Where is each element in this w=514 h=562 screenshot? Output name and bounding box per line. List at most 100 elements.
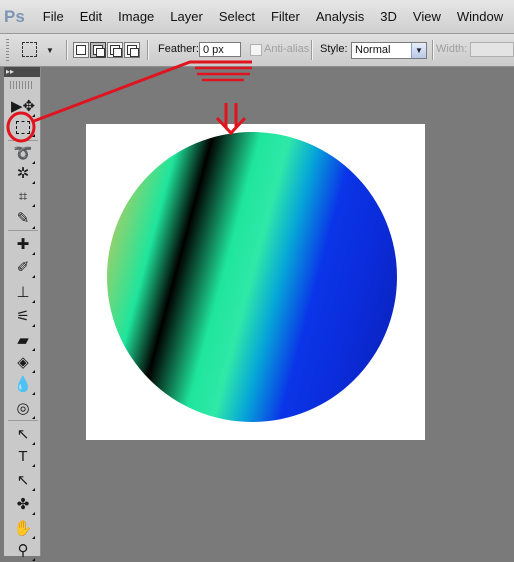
tool-flyout-indicator [32,226,35,229]
style-select-value: Normal [355,44,391,56]
tool-flyout-indicator [32,275,35,278]
menu-select[interactable]: Select [211,0,263,33]
blur-tool[interactable]: 💧 [10,374,36,396]
move-tool[interactable]: ▶✥ [10,96,36,118]
anti-alias-checkbox[interactable] [250,44,262,56]
spot-healing-tool[interactable]: ✚ [10,234,36,256]
toolbox-divider [8,230,38,231]
add-to-selection-button[interactable] [90,42,106,58]
tool-flyout-indicator [32,392,35,395]
tool-flyout-indicator [32,442,35,445]
type-tool[interactable]: T [10,446,36,468]
history-brush-tool[interactable]: ⚟ [10,306,36,328]
divider [311,40,313,60]
blur-icon: 💧 [13,376,33,393]
chevron-down-icon: ▼ [411,43,426,58]
gradient-circle [107,132,397,422]
menu-bar: Ps File Edit Image Layer Select Filter A… [0,0,514,34]
tool-flyout-indicator [32,512,35,515]
eraser-icon: ▰ [17,332,29,349]
subtract-selection-icon-overlap [113,48,122,57]
marquee-icon [22,42,37,57]
toolbox-divider [8,420,38,421]
menu-analysis[interactable]: Analysis [308,0,372,33]
crop-tool[interactable]: ⌗ [10,186,36,208]
direct-selection-icon: ↖ [16,472,30,489]
add-selection-icon-overlap [96,48,105,57]
tool-flyout-indicator [32,324,35,327]
spot-healing-icon: ✚ [16,236,30,253]
style-label: Style: [320,43,348,55]
custom-shape-icon: ✤ [16,496,30,513]
tool-flyout-indicator [32,488,35,491]
dodge-icon: ◎ [16,400,30,417]
tool-flyout-indicator [32,536,35,539]
paint-bucket-icon: ◈ [17,354,29,371]
eyedropper-tool[interactable]: ✎ [10,208,36,230]
crop-icon: ⌗ [18,188,28,205]
marquee-icon [16,121,30,134]
subtract-from-selection-button[interactable] [107,42,123,58]
divider [66,40,68,60]
custom-shape-tool[interactable]: ✤ [10,494,36,516]
eyedropper-icon: ✎ [16,210,30,227]
tool-flyout-indicator [32,134,35,137]
clone-stamp-icon: ⊥ [16,284,30,301]
menu-window[interactable]: Window [449,0,511,33]
document-canvas[interactable] [86,124,425,440]
style-select[interactable]: Normal ▼ [351,42,427,59]
menu-3d[interactable]: 3D [372,0,405,33]
menu-edit[interactable]: Edit [72,0,110,33]
tool-flyout-indicator [32,204,35,207]
paint-bucket-tool[interactable]: ◈ [10,352,36,374]
brush-tool[interactable]: ✐ [10,257,36,279]
tool-flyout-indicator [32,416,35,419]
tool-flyout-indicator [32,558,35,561]
tool-flyout-indicator [32,464,35,467]
zoom-tool[interactable]: ⚲ [10,540,36,562]
tool-flyout-indicator [32,348,35,351]
new-selection-button[interactable] [73,42,89,58]
tool-preset-picker[interactable]: ▼ [18,40,58,60]
pointer-line [33,60,252,123]
lasso-tool[interactable]: ➰ [10,143,36,165]
brush-icon: ✐ [16,259,30,276]
chevron-down-icon: ▼ [46,46,54,55]
width-label: Width: [436,43,468,55]
menu-file[interactable]: File [35,0,72,33]
tool-flyout-indicator [32,370,35,373]
options-grip[interactable] [6,39,9,61]
divider [432,40,434,60]
feather-input[interactable]: 0 px [199,42,241,57]
options-bar: ▼ Feather: 0 px Anti-alias Style: Normal… [0,34,514,67]
toolbox-collapse-button[interactable]: ▸▸ [4,67,40,77]
hand-icon: ✋ [13,520,33,537]
new-selection-icon [76,45,86,55]
direct-selection-tool[interactable]: ↖ [10,470,36,492]
dodge-tool[interactable]: ◎ [10,398,36,420]
rectangular-marquee-tool[interactable] [10,116,36,138]
path-selection-tool[interactable]: ↖ [10,424,36,446]
path-selection-icon: ↖ [16,426,30,443]
quick-selection-tool[interactable]: ✲ [10,163,36,185]
clone-stamp-tool[interactable]: ⊥ [10,282,36,304]
divider [147,40,149,60]
eraser-tool[interactable]: ▰ [10,330,36,352]
zoom-icon: ⚲ [17,542,29,559]
menu-layer[interactable]: Layer [162,0,211,33]
intersect-selection-button[interactable] [124,42,140,58]
photoshop-logo: Ps [4,6,25,26]
feather-label: Feather: [158,43,199,55]
menu-view[interactable]: View [405,0,449,33]
toolbox-grip[interactable] [10,81,34,89]
intersect-selection-icon-overlap [130,48,139,57]
tool-flyout-indicator [32,181,35,184]
menu-image[interactable]: Image [110,0,162,33]
hand-tool[interactable]: ✋ [10,518,36,540]
quick-selection-icon: ✲ [16,165,30,182]
width-input[interactable] [470,42,514,57]
anti-alias-label: Anti-alias [264,43,310,55]
type-icon: T [18,448,28,465]
menu-filter[interactable]: Filter [263,0,308,33]
tool-flyout-indicator [32,252,35,255]
